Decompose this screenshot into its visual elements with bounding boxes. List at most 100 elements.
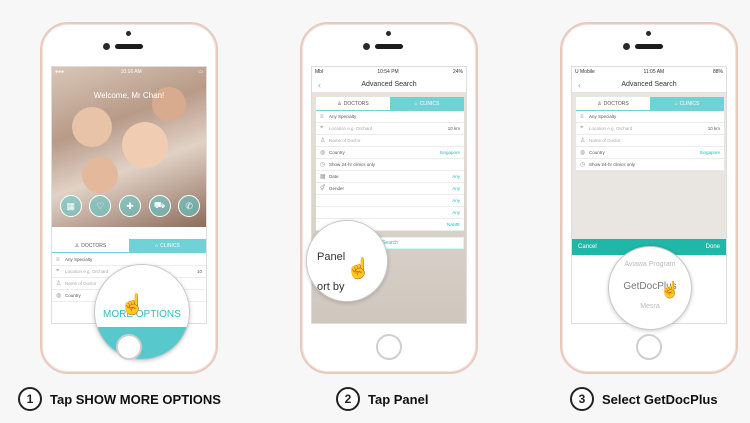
- camera-dot: [386, 31, 391, 36]
- panel-row[interactable]: Any: [316, 207, 464, 219]
- location-row[interactable]: ⌖ Location e.g. Orchard 10 km: [316, 123, 464, 135]
- row-value: 10 km: [447, 126, 460, 131]
- person-icon: ♙: [74, 242, 80, 249]
- clock-icon: ◷: [320, 162, 326, 168]
- row-label: Country: [65, 293, 81, 298]
- search-tabs: ♙ DOCTORS ⌂ CLINICS: [52, 239, 206, 253]
- building-icon: ⌂: [674, 101, 678, 107]
- country-row[interactable]: ◍ Country Singapore: [316, 147, 464, 159]
- clock-icon: ◷: [580, 162, 586, 168]
- status-time: 11:05 AM: [643, 69, 665, 75]
- step-3-callout: 3 Select GetDocPlus: [570, 387, 718, 411]
- back-chevron-icon[interactable]: ‹: [318, 80, 321, 90]
- person-icon: ♙: [320, 138, 326, 144]
- carrier-label: U Mobile: [575, 69, 595, 75]
- front-camera: [363, 43, 370, 50]
- done-button[interactable]: Done: [706, 244, 720, 250]
- battery-level: 88%: [712, 69, 723, 75]
- person-icon: ♙: [580, 138, 586, 144]
- battery-icon: ▭: [198, 69, 203, 75]
- row-value: Any: [452, 198, 460, 203]
- search-tabs: ♙ DOCTORS ⌂ CLINICS: [576, 97, 724, 111]
- row-label: Any Specialty: [65, 257, 93, 262]
- person-icon: ♙: [337, 100, 342, 107]
- person-icon: ♙: [597, 100, 602, 107]
- cancel-button[interactable]: Cancel: [578, 244, 597, 250]
- battery-level: 24%: [452, 69, 463, 75]
- row-value: Any: [452, 186, 460, 191]
- row-label: Name of Doctor: [329, 138, 361, 143]
- 24hr-row[interactable]: ◷ Show 24-hr clinics only: [576, 159, 724, 171]
- front-camera: [623, 43, 630, 50]
- home-button[interactable]: [636, 334, 662, 360]
- tab-clinics[interactable]: ⌂ CLINICS: [390, 97, 464, 111]
- row-value: 10 km: [707, 126, 720, 131]
- tap-hand-icon: ☝: [120, 294, 145, 316]
- calendar-icon: ▦: [320, 174, 326, 180]
- quick-action-row: ▦ ♡ ✚ ⛟ ✆: [52, 195, 206, 217]
- step-number: 2: [336, 387, 360, 411]
- row-label: Country: [589, 150, 605, 155]
- home-button[interactable]: [116, 334, 142, 360]
- tab-doctors[interactable]: ♙ DOCTORS: [576, 97, 650, 111]
- tab-label: CLINICS: [419, 101, 440, 107]
- location-row[interactable]: ⌖ Location e.g. Orchard 10 km: [576, 123, 724, 135]
- doctor-name-row[interactable]: ♙ Name of Doctor: [576, 135, 724, 147]
- row-label: Location e.g. Orchard: [329, 126, 373, 131]
- page-title: Advanced Search: [621, 81, 677, 88]
- language-row[interactable]: Any: [316, 195, 464, 207]
- row-label: Date: [329, 174, 339, 179]
- tab-clinics[interactable]: ⌂ CLINICS: [129, 239, 206, 253]
- doctor-name-row[interactable]: ♙ Name of Doctor: [316, 135, 464, 147]
- phone-icon[interactable]: ✆: [178, 195, 201, 217]
- nav-bar: ‹ Advanced Search: [572, 77, 726, 93]
- globe-icon: ◍: [56, 293, 62, 299]
- phone-frame-2: Mbl 10:54 PM 24% ‹ Advanced Search ♙ DOCT…: [300, 22, 478, 374]
- tab-clinics[interactable]: ⌂ CLINICS: [650, 97, 724, 111]
- picker-option[interactable]: Aviawa Program: [609, 261, 691, 268]
- gender-row[interactable]: ⚥ Gender Any: [316, 183, 464, 195]
- globe-icon: ◍: [320, 150, 326, 156]
- list-icon: ≡: [580, 113, 584, 120]
- picker-option[interactable]: Mesra: [609, 303, 691, 310]
- globe-icon: ◍: [580, 150, 586, 156]
- row-label: Any Specialty: [329, 114, 357, 119]
- pin-icon: ⌖: [56, 268, 60, 274]
- front-camera: [103, 43, 110, 50]
- plus-icon[interactable]: ✚: [118, 195, 141, 217]
- search-form: ≡ Any Specialty ⌖ Location e.g. Orchard 10 …: [316, 111, 464, 231]
- tab-label: DOCTORS: [603, 100, 629, 107]
- person-icon: ♙: [56, 281, 62, 287]
- tab-doctors[interactable]: ♙ DOCTORS: [316, 97, 390, 111]
- pin-icon: ⌖: [320, 125, 324, 131]
- row-value: Singapore: [439, 150, 460, 155]
- specialty-row[interactable]: ≡ Any Specialty: [316, 111, 464, 123]
- tap-hand-icon: ☝: [346, 258, 371, 280]
- truck-icon[interactable]: ⛟: [148, 195, 171, 217]
- heart-icon[interactable]: ♡: [89, 195, 112, 217]
- grid-icon[interactable]: ▦: [59, 195, 82, 217]
- search-short-label: Q S: [68, 319, 79, 324]
- 24hr-row[interactable]: ◷ Show 24-hr clinics only: [316, 159, 464, 171]
- tab-doctors[interactable]: ♙ DOCTORS: [52, 239, 129, 253]
- country-row[interactable]: ◍ Country Singapore: [576, 147, 724, 159]
- row-value: NAME: [446, 222, 460, 227]
- row-label: Show 24-hr clinics only: [329, 162, 376, 167]
- tab-label: DOCTORS: [81, 242, 107, 249]
- back-chevron-icon[interactable]: ‹: [578, 80, 581, 90]
- tab-label: DOCTORS: [343, 100, 369, 107]
- row-label: Country: [329, 150, 345, 155]
- status-bar: ●●● 10:16 AM ▭: [52, 67, 206, 77]
- home-button[interactable]: [376, 334, 402, 360]
- list-icon: ≡: [56, 256, 60, 263]
- status-time: 10:54 PM: [377, 69, 399, 75]
- date-row[interactable]: ▦ Date Any: [316, 171, 464, 183]
- row-label: Gender: [329, 186, 345, 191]
- search-tabs: ♙ DOCTORS ⌂ CLINICS: [316, 97, 464, 111]
- step-label: Select GetDocPlus: [602, 391, 718, 407]
- specialty-row[interactable]: ≡ Any Specialty: [576, 111, 724, 123]
- panel-label-zoomed[interactable]: Panel: [317, 251, 345, 263]
- tab-label: CLINICS: [160, 243, 180, 249]
- step-number: 3: [570, 387, 594, 411]
- phone-frame-3: U Mobile 11:05 AM 88% ‹ Advanced Search …: [560, 22, 738, 374]
